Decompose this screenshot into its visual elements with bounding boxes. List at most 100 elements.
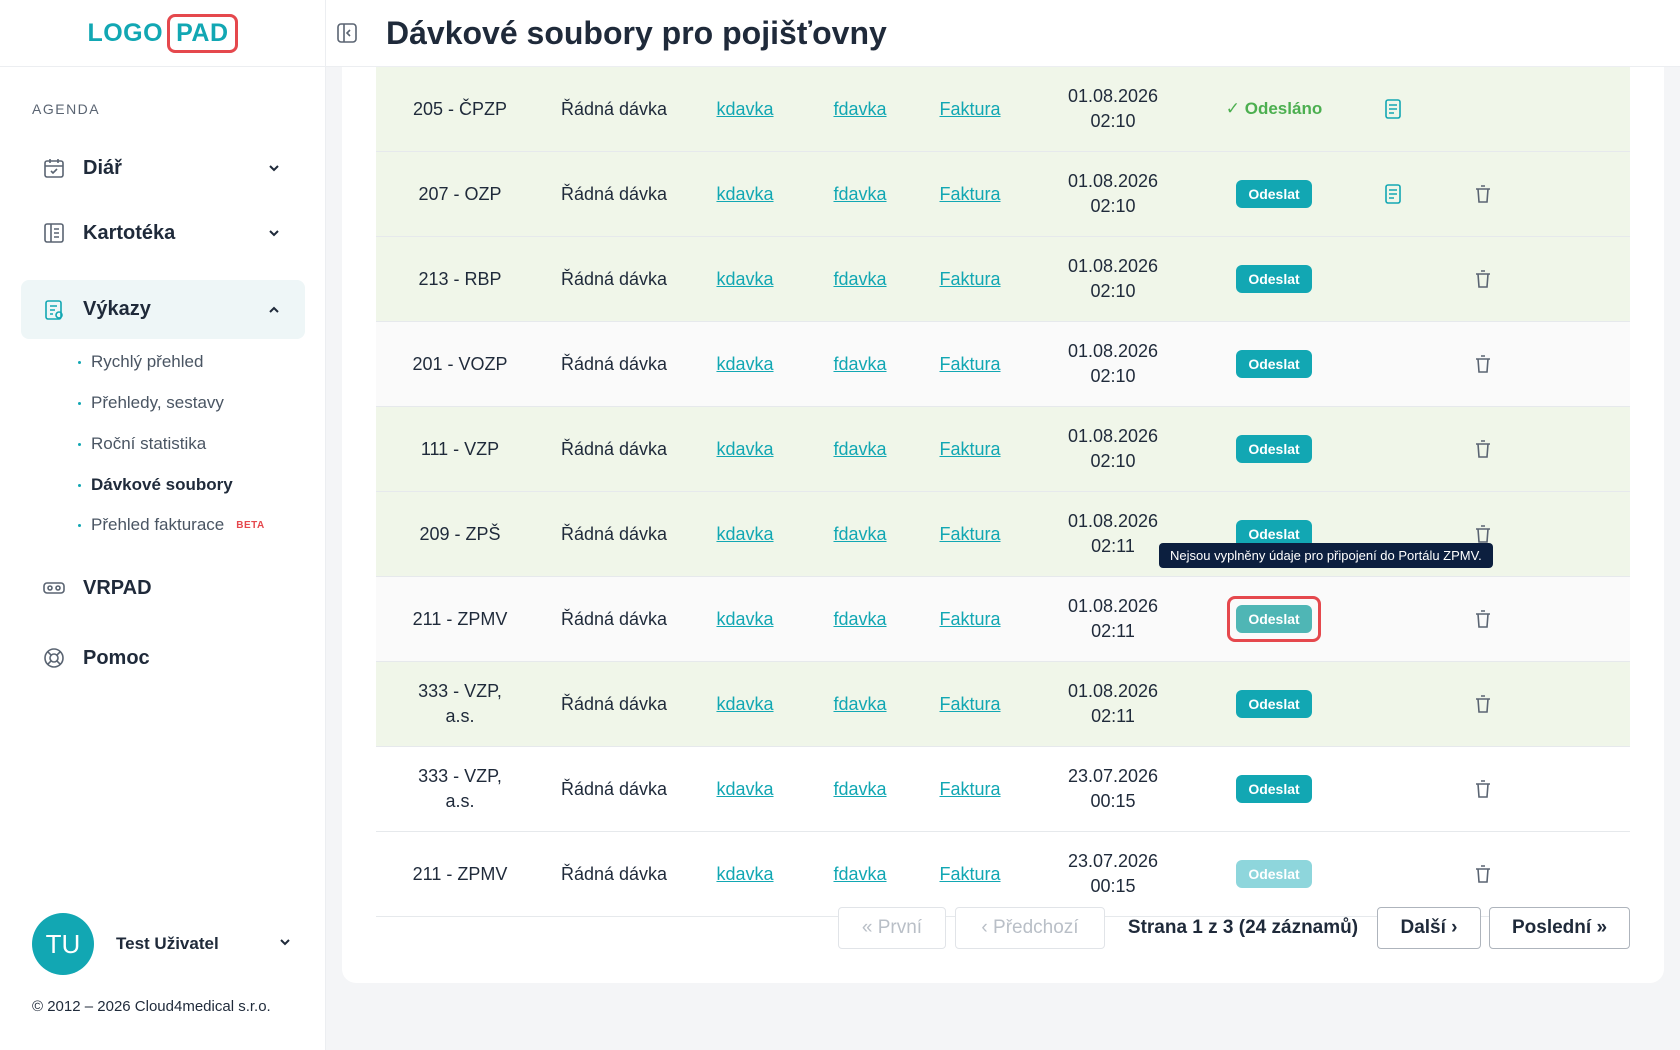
sidebar-item-label: Pomoc	[83, 646, 150, 669]
fdavka-link[interactable]: fdavka	[833, 864, 886, 884]
fdavka-link[interactable]: fdavka	[833, 524, 886, 544]
trash-icon[interactable]	[1472, 268, 1494, 290]
date-cell: 01.08.2026 02:11	[1067, 681, 1159, 726]
trash-icon[interactable]	[1472, 183, 1494, 205]
insurer-cell: 111 - VZP	[420, 438, 500, 459]
page-header: Dávkové soubory pro pojišťovny	[326, 0, 1680, 67]
sidebar-item-label: Kartotéka	[83, 221, 176, 244]
kdavka-link[interactable]: kdavka	[716, 694, 773, 714]
fdavka-link[interactable]: fdavka	[833, 439, 886, 459]
trash-icon[interactable]	[1472, 778, 1494, 800]
send-button[interactable]: Odeslat	[1236, 180, 1312, 208]
faktura-link[interactable]: Faktura	[939, 694, 1000, 714]
insurer-cell: 209 - ZPŠ	[419, 523, 501, 544]
send-button[interactable]: Odeslat	[1236, 350, 1312, 378]
kdavka-link[interactable]: kdavka	[716, 269, 773, 289]
sidebar-subitem-rychly-prehled[interactable]: Rychlý přehled	[78, 352, 203, 372]
table-row: 213 - RBP Řádná dávka kdavka fdavka Fakt…	[376, 237, 1630, 322]
insurer-cell: 201 - VOZP	[412, 353, 508, 374]
pagination-last-button[interactable]: Poslední »	[1489, 907, 1630, 949]
logo-text-right: PAD	[167, 13, 238, 53]
sidebar-collapse-icon[interactable]	[336, 22, 358, 44]
send-button[interactable]: Odeslat	[1236, 605, 1312, 633]
type-cell: Řádná dávka	[560, 353, 668, 374]
insurer-cell: 207 - OZP	[418, 183, 502, 204]
send-button[interactable]: Odeslat	[1236, 775, 1312, 803]
fdavka-link[interactable]: fdavka	[833, 99, 886, 119]
trash-icon[interactable]	[1472, 438, 1494, 460]
kdavka-link[interactable]: kdavka	[716, 184, 773, 204]
sidebar-subitem-label: Přehled fakturace	[91, 515, 225, 534]
section-title-agenda: AGENDA	[32, 101, 101, 117]
focus-highlight: Odeslat	[1227, 596, 1321, 642]
fdavka-link[interactable]: fdavka	[833, 354, 886, 374]
sidebar-subitem-rocni-statistika[interactable]: Roční statistika	[78, 434, 206, 454]
pagination-first-button[interactable]: « První	[838, 907, 946, 949]
kdavka-link[interactable]: kdavka	[716, 439, 773, 459]
page-title: Dávkové soubory pro pojišťovny	[386, 14, 887, 51]
faktura-link[interactable]: Faktura	[939, 184, 1000, 204]
logo[interactable]: LOGO PAD	[87, 13, 238, 53]
document-icon[interactable]	[1382, 183, 1404, 205]
table-row: 201 - VOZP Řádná dávka kdavka fdavka Fak…	[376, 322, 1630, 407]
send-button[interactable]: Odeslat	[1236, 690, 1312, 718]
vr-headset-icon	[41, 575, 67, 601]
type-cell: Řádná dávka	[560, 98, 668, 119]
book-icon	[41, 220, 67, 246]
type-cell: Řádná dávka	[560, 438, 668, 459]
fdavka-link[interactable]: fdavka	[833, 609, 886, 629]
type-cell: Řádná dávka	[560, 183, 668, 204]
sidebar-item-vrpad[interactable]: VRPAD	[21, 559, 305, 617]
insurer-cell: 211 - ZPMV	[412, 863, 508, 884]
faktura-link[interactable]: Faktura	[939, 779, 1000, 799]
faktura-link[interactable]: Faktura	[939, 354, 1000, 374]
table-row: 111 - VZP Řádná dávka kdavka fdavka Fakt…	[376, 407, 1630, 492]
trash-icon[interactable]	[1472, 608, 1494, 630]
fdavka-link[interactable]: fdavka	[833, 694, 886, 714]
faktura-link[interactable]: Faktura	[939, 524, 1000, 544]
sidebar-item-kartoteka[interactable]: Kartotéka	[21, 204, 305, 262]
faktura-link[interactable]: Faktura	[939, 99, 1000, 119]
send-button[interactable]: Odeslat	[1236, 435, 1312, 463]
sidebar-subitem-davkove-soubory[interactable]: Dávkové soubory	[78, 475, 233, 495]
sidebar-item-label: VRPAD	[83, 576, 152, 599]
date-cell: 01.08.2026 02:10	[1067, 256, 1159, 301]
sidebar-item-vykazy[interactable]: Výkazy	[21, 280, 305, 339]
report-icon	[41, 297, 67, 323]
chevron-down-icon	[267, 226, 281, 240]
fdavka-link[interactable]: fdavka	[833, 269, 886, 289]
sidebar-subitem-prehled-fakturace[interactable]: Přehled fakturace BETA	[78, 515, 265, 535]
fdavka-link[interactable]: fdavka	[833, 779, 886, 799]
type-cell: Řádná dávka	[560, 268, 668, 289]
date-cell: 01.08.2026 02:10	[1067, 86, 1159, 131]
user-menu[interactable]: TU Test Uživatel	[32, 913, 292, 975]
trash-icon[interactable]	[1472, 693, 1494, 715]
kdavka-link[interactable]: kdavka	[716, 524, 773, 544]
send-button-disabled[interactable]: Odeslat	[1236, 860, 1312, 888]
kdavka-link[interactable]: kdavka	[716, 609, 773, 629]
faktura-link[interactable]: Faktura	[939, 439, 1000, 459]
sidebar-item-diar[interactable]: Diář	[21, 139, 305, 197]
sidebar-item-label: Diář	[83, 156, 122, 179]
trash-icon[interactable]	[1472, 353, 1494, 375]
kdavka-link[interactable]: kdavka	[716, 779, 773, 799]
trash-icon[interactable]	[1472, 523, 1494, 545]
kdavka-link[interactable]: kdavka	[716, 354, 773, 374]
fdavka-link[interactable]: fdavka	[833, 184, 886, 204]
user-name: Test Uživatel	[116, 934, 219, 953]
faktura-link[interactable]: Faktura	[939, 609, 1000, 629]
sidebar-subitem-prehledy-sestavy[interactable]: Přehledy, sestavy	[78, 393, 224, 413]
document-icon[interactable]	[1382, 98, 1404, 120]
pagination-next-button[interactable]: Další ›	[1377, 907, 1481, 949]
faktura-link[interactable]: Faktura	[939, 864, 1000, 884]
kdavka-link[interactable]: kdavka	[716, 99, 773, 119]
pagination-prev-button[interactable]: ‹ Předchozí	[955, 907, 1105, 949]
table-row: 207 - OZP Řádná dávka kdavka fdavka Fakt…	[376, 152, 1630, 237]
sidebar-item-pomoc[interactable]: Pomoc	[21, 629, 305, 687]
date-cell: 23.07.2026 00:15	[1067, 851, 1159, 896]
kdavka-link[interactable]: kdavka	[716, 864, 773, 884]
faktura-link[interactable]: Faktura	[939, 269, 1000, 289]
trash-icon[interactable]	[1472, 863, 1494, 885]
send-button[interactable]: Odeslat	[1236, 265, 1312, 293]
chevron-up-icon	[267, 303, 281, 317]
